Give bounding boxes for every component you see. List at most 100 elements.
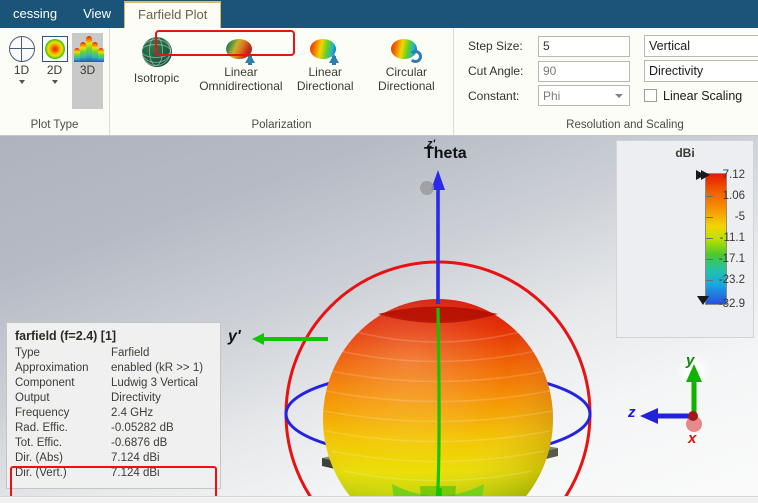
omni-blob-arrow-icon (225, 37, 256, 65)
info-row-dir-abs: Dir. (Abs) 7.124 dBi (15, 451, 212, 466)
info-row-output: Output Directivity (15, 391, 212, 406)
y-prime-label: y' (228, 328, 241, 345)
color-legend-panel: dBi 7.12 1.06 -5 -11.1 -17.1 -23.2 -32.9 (616, 140, 754, 338)
output-type-value: Directivity (649, 64, 704, 78)
info-key: Dir. (Abs) (15, 452, 63, 464)
info-row-frequency: Frequency 2.4 GHz (15, 406, 212, 421)
legend-tick-2: -5 (734, 211, 745, 223)
plot-type-2d-label: 2D (46, 63, 63, 77)
tab-view[interactable]: View (70, 1, 124, 28)
constant-value: Phi (543, 88, 561, 103)
legend-tick-mark (706, 280, 713, 281)
legend-tick-4: -17.1 (718, 253, 745, 265)
polarization-linear-directional-button[interactable]: Linear Directional (285, 33, 366, 97)
tab-post-processing[interactable]: cessing (0, 1, 70, 28)
plot-type-1d-label: 1D (13, 63, 30, 77)
info-key: Component (15, 377, 75, 389)
directional-blob-arrow-icon (310, 37, 340, 65)
constant-dropdown[interactable]: Phi (538, 85, 630, 106)
info-value: 2.4 GHz (111, 407, 154, 419)
info-key: Approximation (15, 362, 89, 374)
circular-blob-curl-icon (391, 37, 423, 63)
chevron-down-icon[interactable] (18, 80, 25, 84)
constant-label: Constant: (468, 88, 520, 103)
legend-tick-6: -32.9 (718, 298, 745, 310)
plot-type-3d-label: 3D (79, 63, 96, 77)
legend-max-handle-icon-2[interactable] (701, 170, 710, 180)
cut-angle-input[interactable]: 90 (538, 60, 630, 82)
linear-scaling-checkbox[interactable] (644, 89, 657, 102)
info-row-component: Component Ludwig 3 Vertical (15, 376, 212, 391)
ribbon-group-plot-type: 1D 2D 3D Plot Type (0, 28, 110, 135)
polarization-circular-directional-button[interactable]: Circular Directional (366, 33, 447, 97)
info-value: Directivity (111, 392, 161, 404)
tab-farfield-plot[interactable]: Farfield Plot (124, 1, 222, 29)
polarization-group-label: Polarization (251, 119, 312, 131)
info-key: Frequency (15, 407, 70, 419)
legend-tick-mark (706, 217, 713, 218)
step-size-label: Step Size: (468, 39, 523, 53)
legend-tick-3: -11.1 (719, 232, 745, 244)
plot-type-3d-button[interactable]: 3D (72, 33, 104, 109)
info-key: Tot. Effic. (15, 437, 63, 449)
farfield-3d-viewport[interactable]: z' Theta y' dBi 7.12 1.06 -5 -11.1 -17.1… (0, 136, 758, 503)
polarization-isotropic-label: Isotropic (133, 71, 180, 85)
info-key: Type (15, 347, 40, 359)
radiation-lobes-icon (73, 36, 104, 62)
info-value: -0.05282 dB (111, 422, 174, 434)
info-key: Output (15, 392, 50, 404)
info-value: -0.6876 dB (111, 437, 168, 449)
linear-scaling-checkbox-row[interactable]: Linear Scaling (644, 89, 758, 103)
status-bar (0, 496, 758, 503)
plot-type-2d-button[interactable]: 2D (39, 33, 70, 85)
farfield-info-title: farfield (f=2.4) [1] (15, 329, 117, 343)
info-key: Dir. (Vert.) (15, 467, 67, 479)
y-prime-arrowhead (252, 333, 264, 345)
ribbon-group-polarization: Isotropic Linear Omnidirectional Linear (110, 28, 454, 135)
info-value: 7.124 dBi (111, 467, 160, 479)
info-row-tot-effic: Tot. Effic. -0.6876 dB (15, 436, 212, 451)
info-row-type: Type Farfield (15, 346, 212, 361)
info-value: Ludwig 3 Vertical (111, 377, 198, 389)
polarization-linear-dir-label-line1: Linear (308, 65, 342, 79)
output-type-dropdown[interactable]: Directivity (644, 60, 758, 82)
polarization-component-dropdown[interactable]: Vertical (644, 35, 758, 57)
legend-tick-5: -23.2 (718, 274, 745, 286)
info-value: Farfield (111, 347, 150, 359)
info-row-dir-vert: Dir. (Vert.) 7.124 dBi (15, 466, 212, 481)
polarization-circular-dir-label-line1: Circular (385, 65, 428, 79)
legend-min-handle-icon[interactable] (697, 296, 709, 305)
polarization-linear-dir-label-line2: Directional (296, 79, 354, 93)
globe-icon (141, 37, 172, 67)
polarization-component-value: Vertical (649, 39, 690, 53)
polarization-linear-omni-label-line1: Linear (224, 65, 258, 79)
legend-tick-0: 7.12 (722, 169, 745, 181)
ribbon: 1D 2D 3D Plot Type Isotropic Linear Omni… (0, 28, 758, 136)
legend-tick-mark (706, 259, 713, 260)
axis-triad: y z x (622, 352, 742, 464)
info-value: 7.124 dBi (111, 452, 160, 464)
contour-square-icon (41, 36, 68, 62)
info-key: Rad. Effic. (15, 422, 68, 434)
plot-type-group-label: Plot Type (30, 119, 79, 131)
step-size-input[interactable]: 5 (538, 35, 630, 57)
legend-unit-label: dBi (675, 146, 695, 160)
linear-scaling-label: Linear Scaling (663, 88, 743, 103)
chevron-down-icon[interactable] (51, 80, 58, 84)
theta-axis-label: Theta (424, 145, 467, 162)
crosshair-circle-icon (8, 36, 35, 62)
polarization-linear-omnidirectional-button[interactable]: Linear Omnidirectional (197, 33, 284, 97)
farfield-info-panel: farfield (f=2.4) [1] Type Farfield Appro… (6, 322, 221, 500)
plot-type-1d-button[interactable]: 1D (6, 33, 37, 85)
ribbon-tab-bar: cessing View Farfield Plot (0, 0, 758, 29)
ribbon-group-resolution-scaling: Step Size: 5 Vertical Cut Angle: 90 Dire… (454, 28, 758, 135)
legend-tick-mark (706, 196, 713, 197)
info-row-rad-effic: Rad. Effic. -0.05282 dB (15, 421, 212, 436)
legend-tick-mark (706, 238, 713, 239)
polarization-isotropic-button[interactable]: Isotropic (116, 33, 197, 89)
chevron-down-icon (615, 93, 623, 98)
info-row-approximation: Approximation enabled (kR >> 1) (15, 361, 212, 376)
legend-tick-1: 1.06 (722, 190, 745, 202)
polarization-circular-dir-label-line2: Directional (378, 79, 435, 93)
triad-y-label: y (686, 352, 695, 369)
